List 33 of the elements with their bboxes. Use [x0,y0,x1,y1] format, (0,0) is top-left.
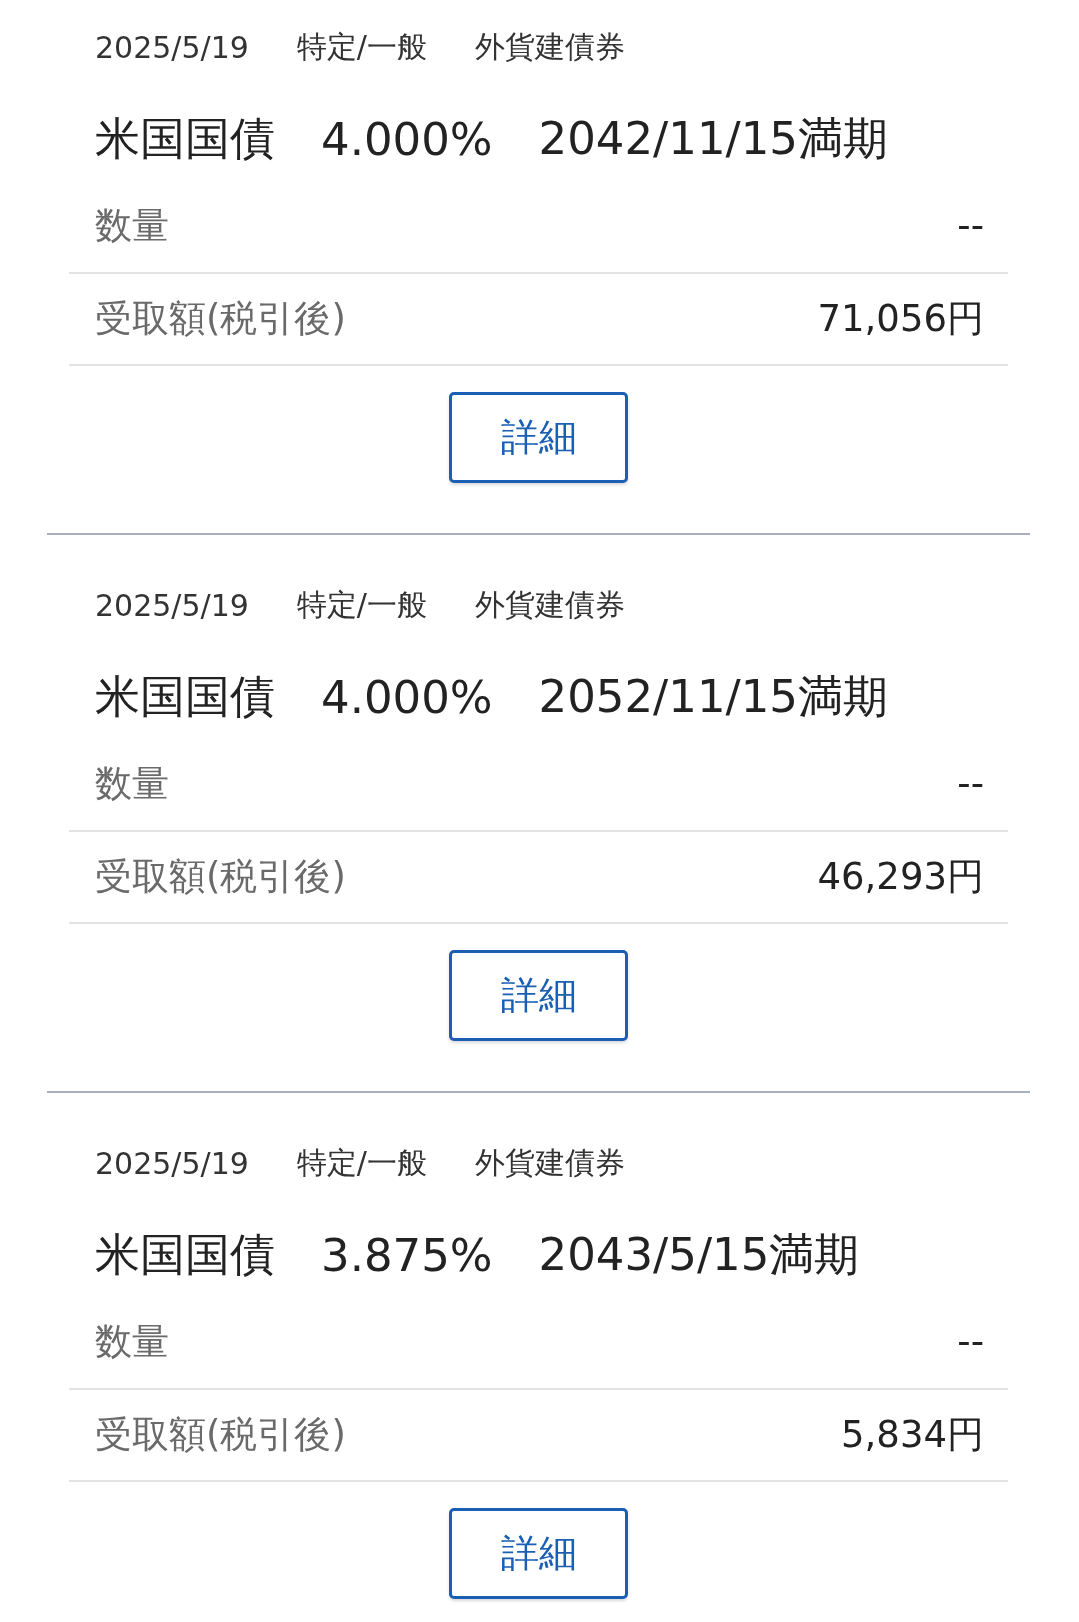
coupon-rate: 4.000% [321,112,493,166]
row-value: -- [957,762,984,805]
bond-name: 米国国債 [95,669,275,725]
payment-date: 2025/5/19 [95,587,249,623]
row-label: 数量 [95,760,169,807]
row-label: 数量 [95,1318,169,1365]
row-label: 数量 [95,202,169,249]
row-label: 受取額(税引後) [95,1412,346,1458]
account-type: 特定/一般 [296,585,427,624]
bond-name: 米国国債 [95,1227,275,1283]
row-value: 46,293円 [817,854,984,900]
coupon-rate: 3.875% [321,1228,493,1282]
account-type: 特定/一般 [296,27,427,66]
bond-name: 米国国債 [95,111,275,167]
maturity-date: 2042/11/15満期 [538,111,888,167]
details-button[interactable]: 詳細 [449,392,628,483]
maturity-date: 2052/11/15満期 [538,669,888,725]
product-category: 外貨建債券 [474,27,625,66]
details-button[interactable]: 詳細 [449,1508,628,1599]
coupon-rate: 4.000% [321,670,493,724]
payment-date: 2025/5/19 [95,29,249,65]
row-value: -- [957,1320,984,1363]
payment-date: 2025/5/19 [95,1145,249,1181]
row-value: 5,834円 [841,1412,984,1458]
row-value: 71,056円 [817,296,984,342]
row-value: -- [957,204,984,247]
product-category: 外貨建債券 [474,1143,625,1182]
details-button[interactable]: 詳細 [449,950,628,1041]
row-label: 受取額(税引後) [95,296,346,342]
account-type: 特定/一般 [296,1143,427,1182]
maturity-date: 2043/5/15満期 [538,1227,860,1283]
product-category: 外貨建債券 [474,585,625,624]
row-label: 受取額(税引後) [95,854,346,900]
